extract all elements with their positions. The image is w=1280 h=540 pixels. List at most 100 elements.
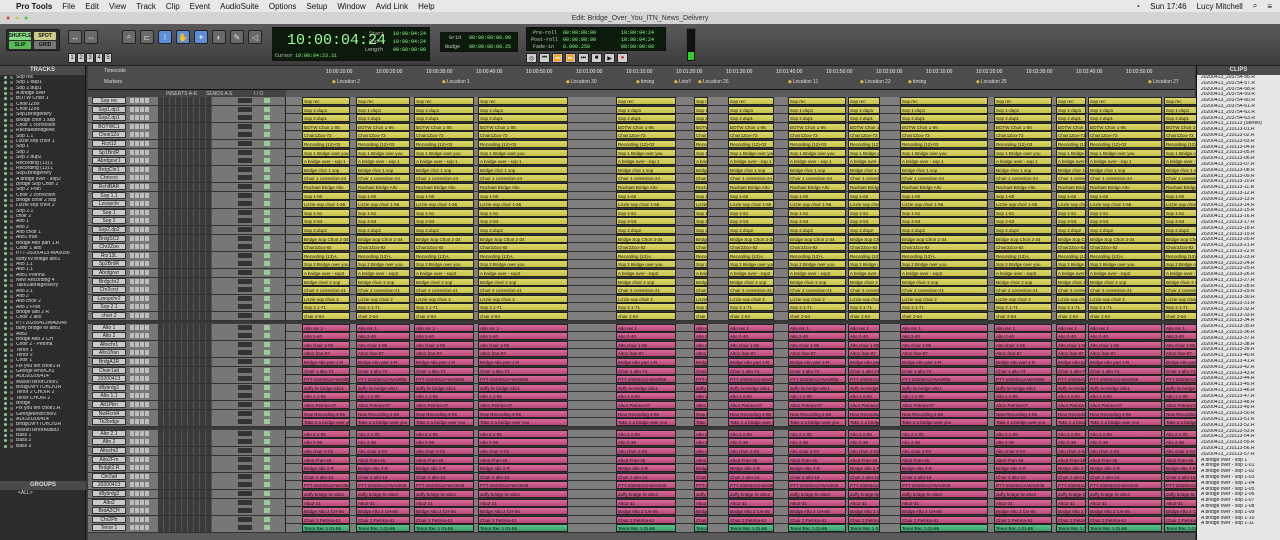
audio-clip[interactable]: Lizzie sop choir 2	[1088, 294, 1162, 303]
audio-clip[interactable]: Alto 2.1-05	[616, 429, 676, 438]
audio-clip[interactable]: Bridge Alto part 1-R	[1056, 358, 1086, 366]
audio-clip[interactable]: Choir2Zoo-82	[994, 243, 1052, 252]
track-rec-button[interactable]	[130, 491, 134, 496]
audio-clip[interactable]: Sop 2-53	[616, 217, 676, 226]
track-solo-button[interactable]	[140, 439, 144, 445]
track-mute-button[interactable]	[145, 384, 149, 390]
track-solo-button[interactable]	[140, 376, 144, 382]
insert-slots[interactable]	[158, 498, 212, 507]
track-solo-button[interactable]	[140, 261, 144, 267]
audio-clip[interactable]: Sop 1-51	[848, 208, 880, 217]
marker-label[interactable]: Location 30	[566, 79, 597, 85]
audio-clip[interactable]: Take 2 a bridge over you	[616, 418, 676, 427]
audio-clip[interactable]: Sop 2.dup1	[478, 114, 568, 123]
track-mute-button[interactable]	[145, 304, 149, 310]
insert-slots[interactable]	[158, 234, 212, 243]
track-solo-button[interactable]	[140, 393, 144, 399]
track-solo-button[interactable]	[140, 350, 144, 356]
audio-clip[interactable]: duffy bridge liv alto2	[788, 490, 846, 498]
audio-clip[interactable]: Bridge chor 1 sop	[302, 165, 350, 174]
io-selector[interactable]	[238, 175, 252, 181]
track-mute-button[interactable]	[145, 106, 149, 112]
track-rec-button[interactable]	[130, 192, 134, 198]
track-input-button[interactable]	[135, 166, 139, 172]
io-selector[interactable]	[238, 393, 252, 399]
audio-clip[interactable]: Alto1 Petrina-07	[788, 401, 846, 409]
io-selector[interactable]	[238, 341, 252, 347]
marker-label[interactable]: timing	[636, 79, 654, 85]
io-selector[interactable]	[238, 333, 252, 339]
audio-clip[interactable]: Tenor Rec 1 01-86	[1056, 524, 1086, 533]
track-rec-button[interactable]	[130, 410, 134, 416]
audio-clip[interactable]: Choir2Zoo-82	[788, 243, 846, 252]
audio-clip[interactable]: Alto 2-40	[302, 332, 350, 341]
io-selector[interactable]	[238, 166, 252, 172]
track-solo-button[interactable]	[140, 209, 144, 215]
track-input-button[interactable]	[135, 115, 139, 121]
audio-clip[interactable]: Choir 1 correction-24	[1088, 174, 1162, 183]
audio-clip[interactable]: Lizzie sop choir 2	[728, 294, 774, 303]
audio-clip[interactable]: New Recording 4-55	[616, 409, 676, 418]
track-mute-button[interactable]	[145, 141, 149, 146]
audio-clip[interactable]: Choir 2 correction-21	[356, 286, 410, 295]
io-selector[interactable]	[238, 410, 252, 416]
track-rec-button[interactable]	[130, 175, 134, 181]
audio-clip[interactable]: Recording (13)-L	[848, 251, 880, 260]
audio-clip[interactable]: Choir2Zoo-82	[414, 243, 474, 252]
menu-item[interactable]: Avid Link	[376, 2, 408, 11]
nudge-value[interactable]: 00:00:00:00.25	[469, 44, 511, 50]
audio-clip[interactable]: Bridge chor 1 sop	[848, 165, 880, 174]
io-selector[interactable]	[238, 499, 252, 505]
audio-clip[interactable]: Sop 1-dup1	[302, 105, 350, 114]
audio-clip[interactable]: Choir 2 correction-21	[728, 286, 774, 295]
audio-clip[interactable]: Sop 2-53	[302, 217, 350, 226]
track-mute-button[interactable]	[145, 313, 149, 318]
selector-tool-icon[interactable]: I	[158, 30, 172, 44]
audio-clip[interactable]: Choir 2 Petrina-61	[616, 515, 676, 524]
audio-clip[interactable]: Alto2-31	[1088, 498, 1162, 507]
smart-tool-icon[interactable]: ✦	[194, 30, 208, 44]
audio-clip[interactable]: Alto 2.1-05	[478, 429, 568, 438]
track-mute-button[interactable]	[145, 227, 149, 232]
audio-clip[interactable]: Bridge Alto part 1-R	[414, 358, 474, 366]
audio-clip[interactable]: Alto 2.1-05	[1088, 429, 1162, 438]
menu-item[interactable]: File	[62, 2, 75, 11]
audio-clip[interactable]: choir 2-64	[302, 312, 350, 320]
play-icon[interactable]: ▶	[604, 53, 615, 63]
audio-clip[interactable]: Sop 1-51	[302, 208, 350, 217]
menu-item[interactable]: Help	[418, 2, 434, 11]
track-name[interactable]: Alto 1.1	[92, 392, 126, 400]
track-input-button[interactable]	[135, 491, 139, 496]
zoom-preset-2[interactable]: 2	[77, 53, 85, 63]
automation-mode[interactable]	[264, 410, 270, 416]
audio-clip[interactable]: Recording (13)-L	[356, 251, 410, 260]
insert-slots[interactable]	[158, 340, 212, 349]
track-name[interactable]: Chrtcrct	[92, 174, 126, 182]
audio-clip[interactable]: New Recording 4-55	[994, 409, 1052, 418]
audio-clip[interactable]: Alto1 Petrina-07	[616, 401, 676, 409]
track-solo-button[interactable]	[140, 430, 144, 436]
audio-clip[interactable]: Alto1 Petrina-07	[994, 401, 1052, 409]
audio-clip[interactable]: Sop 2.dup2	[994, 226, 1052, 234]
audio-clip[interactable]: Lizzie sop choir 1-55	[1088, 200, 1162, 209]
audio-clip[interactable]: Sop 1 Bridge over you	[356, 148, 410, 157]
audio-clip[interactable]: Alto 2-40	[728, 332, 774, 341]
io-selector[interactable]	[238, 359, 252, 364]
audio-clip[interactable]: Bridge choir 2 sop	[728, 277, 774, 286]
track-solo-button[interactable]	[140, 218, 144, 224]
track-name[interactable]: BrdgChr1	[92, 165, 126, 173]
automation-mode[interactable]	[264, 141, 270, 146]
audio-clip[interactable]: A bridge over - sop2	[900, 269, 988, 277]
insert-slots[interactable]	[158, 481, 212, 490]
audio-clip[interactable]: Recording (13)-L	[728, 251, 774, 260]
audio-clip[interactable]: Bridge Alto 2 CH-05	[1088, 507, 1162, 516]
audio-clip[interactable]: Sop 2 Bridge over you	[478, 260, 568, 269]
audio-clip[interactable]: Sop 2.dup2	[616, 226, 676, 234]
track-name[interactable]: Lzsopchr	[92, 200, 126, 208]
track-solo-button[interactable]	[140, 295, 144, 301]
audio-clip[interactable]: BOTW Choir 1-06	[414, 122, 474, 131]
window-close-icon[interactable]: ●	[6, 15, 10, 22]
automation-mode[interactable]	[264, 313, 270, 318]
audio-clip[interactable]: PTT-20200413-WA0049	[302, 481, 350, 490]
audio-clip[interactable]: Bridge chor 1 sop	[788, 165, 846, 174]
